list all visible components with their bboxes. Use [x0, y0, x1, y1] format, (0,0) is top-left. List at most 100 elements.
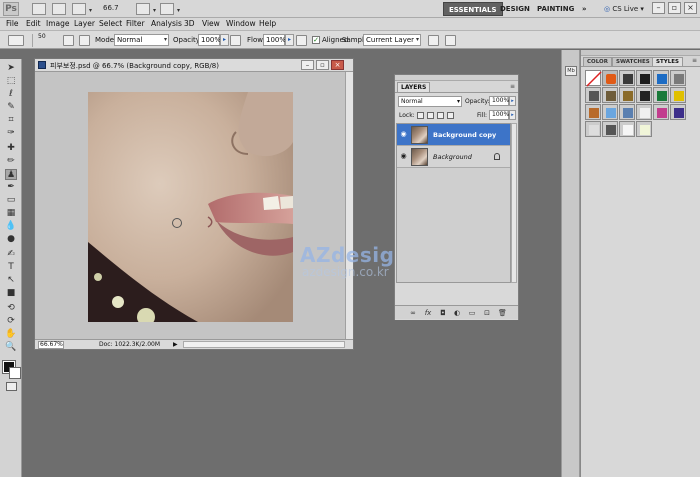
- sample-select[interactable]: Current Layer ▾: [363, 34, 421, 46]
- workspace-painting-button[interactable]: PAINTING: [532, 2, 579, 16]
- style-swatch[interactable]: [653, 104, 669, 120]
- cs-live-button[interactable]: ◎ CS Live ▾: [604, 2, 644, 16]
- flow-field[interactable]: 100%: [263, 34, 286, 46]
- layer-style-icon[interactable]: fx: [424, 309, 432, 317]
- style-swatch[interactable]: [585, 87, 601, 103]
- workspace-essentials-button[interactable]: ESSENTIALS: [443, 2, 503, 16]
- eraser-tool-icon[interactable]: ▭: [5, 195, 17, 206]
- style-swatch[interactable]: [602, 121, 618, 137]
- menu-window[interactable]: Window: [226, 19, 256, 28]
- menu-file[interactable]: File: [6, 19, 19, 28]
- canvas-photo[interactable]: [88, 92, 293, 322]
- mode-select[interactable]: Normal ▾: [114, 34, 169, 46]
- launch-bridge-icon[interactable]: [32, 3, 46, 15]
- opacity-slider-arrow[interactable]: ▸: [220, 34, 229, 46]
- eyedropper-tool-icon[interactable]: ✑: [5, 128, 17, 139]
- launch-minibridge-icon[interactable]: [52, 3, 66, 15]
- link-layers-icon[interactable]: ∞: [409, 309, 417, 317]
- view-extras-icon[interactable]: ▾: [72, 3, 92, 15]
- layer-opacity-arrow[interactable]: ▸: [509, 96, 516, 106]
- horizontal-scrollbar[interactable]: [183, 341, 345, 348]
- opacity-field[interactable]: 100%: [198, 34, 221, 46]
- menu-select[interactable]: Select: [99, 19, 122, 28]
- lasso-tool-icon[interactable]: ℓ: [5, 89, 17, 100]
- style-none-swatch[interactable]: [585, 70, 602, 87]
- quick-mask-button[interactable]: [6, 382, 17, 391]
- aligned-checkbox[interactable]: ✓: [312, 36, 320, 44]
- lock-position-icon[interactable]: [437, 112, 444, 119]
- status-menu-arrow[interactable]: ▶: [173, 341, 178, 348]
- type-tool-icon[interactable]: T: [5, 262, 17, 273]
- gradient-tool-icon[interactable]: ▦: [5, 208, 17, 219]
- clone-stamp-tool-icon[interactable]: ♟: [5, 169, 17, 180]
- blur-tool-icon[interactable]: 💧: [5, 221, 17, 232]
- fill-arrow[interactable]: ▸: [509, 110, 516, 120]
- style-swatch[interactable]: [619, 70, 635, 86]
- tab-color[interactable]: COLOR: [583, 57, 612, 66]
- layer-row-background-copy[interactable]: ◉ Background copy: [397, 124, 510, 146]
- background-color-swatch[interactable]: [9, 367, 21, 379]
- style-swatch[interactable]: [619, 87, 635, 103]
- style-swatch[interactable]: [619, 104, 635, 120]
- visibility-eye-icon[interactable]: ◉: [399, 130, 408, 139]
- styles-panel-menu-icon[interactable]: ≡: [692, 57, 697, 64]
- style-swatch[interactable]: [585, 104, 601, 120]
- doc-restore-button[interactable]: ▫: [316, 60, 329, 70]
- lock-transparent-icon[interactable]: [417, 112, 424, 119]
- 3d-rotate-tool-icon[interactable]: ⟲: [5, 303, 17, 314]
- pressure-size-icon[interactable]: [445, 35, 456, 46]
- visibility-eye-icon[interactable]: ◉: [399, 152, 408, 161]
- marquee-tool-icon[interactable]: ⬚: [5, 76, 17, 87]
- path-selection-tool-icon[interactable]: ↖: [5, 275, 17, 286]
- menu-edit[interactable]: Edit: [26, 19, 41, 28]
- more-workspaces-button[interactable]: »: [577, 2, 592, 16]
- hand-tool-icon[interactable]: ✋: [5, 329, 17, 340]
- style-swatch[interactable]: [636, 87, 652, 103]
- new-group-icon[interactable]: ▭: [468, 309, 476, 317]
- document-title-bar[interactable]: 피부보정.psd @ 66.7% (Background copy, RGB/8…: [35, 59, 353, 72]
- move-tool-icon[interactable]: ➤: [5, 63, 17, 74]
- layer-opacity-field[interactable]: 100%: [489, 96, 509, 106]
- style-swatch[interactable]: [619, 121, 635, 137]
- tab-swatches[interactable]: SWATCHES: [612, 57, 654, 66]
- menu-analysis[interactable]: Analysis: [151, 19, 182, 28]
- style-swatch[interactable]: [585, 121, 601, 137]
- close-button[interactable]: ×: [684, 2, 697, 14]
- menu-image[interactable]: Image: [46, 19, 70, 28]
- rectangle-tool-icon[interactable]: ■: [5, 288, 17, 299]
- brush-panel-icon[interactable]: [63, 35, 74, 46]
- flow-slider-arrow[interactable]: ▸: [285, 34, 294, 46]
- quick-selection-tool-icon[interactable]: ✎: [5, 102, 17, 113]
- menu-help[interactable]: Help: [259, 19, 276, 28]
- pen-tool-icon[interactable]: ✍: [5, 249, 17, 260]
- restore-button[interactable]: ▫: [668, 2, 681, 14]
- crop-tool-icon[interactable]: ⌗: [5, 115, 17, 126]
- screen-mode-icon[interactable]: ▾: [160, 3, 180, 15]
- style-swatch[interactable]: [602, 104, 618, 120]
- layers-tab[interactable]: LAYERS: [397, 82, 431, 92]
- style-swatch[interactable]: [636, 121, 652, 137]
- new-layer-icon[interactable]: ⊡: [483, 309, 491, 317]
- tab-styles[interactable]: STYLES: [652, 57, 683, 66]
- style-swatch[interactable]: [670, 104, 686, 120]
- menu-3d[interactable]: 3D: [184, 19, 195, 28]
- brush-tool-icon[interactable]: ✏: [5, 156, 17, 167]
- menu-filter[interactable]: Filter: [126, 19, 145, 28]
- adjustment-layer-icon[interactable]: ◐: [453, 309, 461, 317]
- delete-layer-icon[interactable]: 🗑: [498, 309, 507, 317]
- clone-source-icon[interactable]: [79, 35, 90, 46]
- doc-close-button[interactable]: ×: [331, 60, 344, 70]
- style-swatch[interactable]: [602, 70, 618, 86]
- add-mask-icon[interactable]: ◘: [439, 309, 447, 317]
- style-swatch[interactable]: [670, 87, 686, 103]
- workspace-design-button[interactable]: DESIGN: [495, 2, 535, 16]
- panel-drag-bar[interactable]: [395, 75, 518, 81]
- history-brush-tool-icon[interactable]: ✒: [5, 182, 17, 193]
- layer-row-background[interactable]: ◉ Background: [397, 146, 510, 168]
- clone-stamp-tool-preset-icon[interactable]: [8, 35, 24, 46]
- layers-panel-menu-icon[interactable]: ≡: [510, 83, 515, 90]
- vertical-scrollbar[interactable]: [345, 72, 353, 340]
- style-swatch[interactable]: [653, 70, 669, 86]
- lock-image-icon[interactable]: [427, 112, 434, 119]
- 3d-orbit-tool-icon[interactable]: ⟳: [5, 316, 17, 327]
